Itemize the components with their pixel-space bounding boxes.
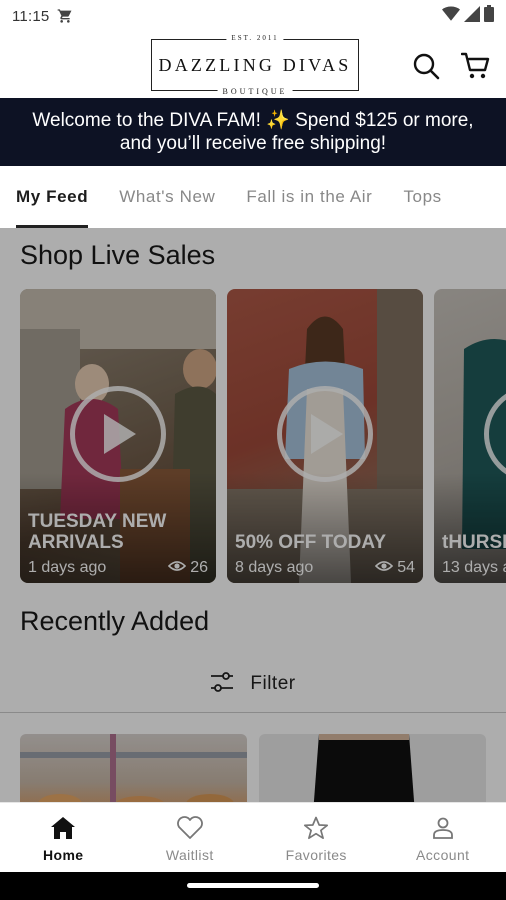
live-sale-title: 50% OFF TODAY (235, 532, 386, 553)
tab-fall-is-in-the-air[interactable]: Fall is in the Air (246, 166, 372, 228)
cart-icon[interactable] (458, 50, 494, 82)
eye-icon (168, 559, 187, 577)
nav-label: Waitlist (165, 847, 214, 863)
live-sale-title: TUESDAY NEW ARRIVALS (28, 511, 167, 553)
filter-button[interactable]: Filter (0, 664, 506, 704)
gesture-handle[interactable] (187, 883, 319, 888)
product-thumbnail[interactable] (259, 734, 486, 802)
nav-account[interactable]: Account (380, 803, 506, 872)
divider (0, 712, 506, 713)
live-sale-date: 13 days ago (442, 559, 506, 576)
promo-banner[interactable]: Welcome to the DIVA FAM! ✨ Spend $125 or… (0, 98, 506, 166)
view-count: 26 (168, 559, 208, 577)
status-bar: 11:15 (0, 0, 506, 32)
live-sale-date: 8 days ago (235, 559, 314, 576)
sliders-icon (210, 671, 234, 698)
view-count-value: 26 (190, 559, 208, 576)
person-icon (431, 816, 455, 845)
live-sales-row: TUESDAY NEW ARRIVALS 1 days ago 26 50% O… (20, 289, 506, 583)
app-header: EST. 2011 DAZZLING DIVAS BOUTIQUE (0, 32, 506, 98)
nav-label: Favorites (285, 847, 347, 863)
battery-icon (484, 5, 494, 27)
filter-label: Filter (250, 673, 296, 694)
play-icon[interactable] (70, 386, 166, 482)
home-icon (50, 816, 76, 845)
brand-logo[interactable]: EST. 2011 DAZZLING DIVAS BOUTIQUE (151, 34, 359, 96)
cart-icon (57, 8, 73, 24)
section-title-live-sales: Shop Live Sales (20, 240, 216, 270)
promo-text: Welcome to the DIVA FAM! ✨ Spend $125 or… (32, 110, 474, 154)
view-count-value: 54 (397, 559, 415, 576)
section-title-recently-added: Recently Added (20, 606, 210, 636)
live-sale-title: tHURSDAY (442, 532, 506, 553)
category-tabs: My Feed What's New Fall is in the Air To… (0, 166, 506, 228)
live-sale-card[interactable]: tHURSDAY 13 days ago (434, 289, 506, 583)
status-time: 11:15 (12, 7, 50, 25)
bottom-nav: Home Waitlist Favorites Account (0, 802, 506, 872)
nav-label: Account (416, 847, 470, 863)
nav-waitlist[interactable]: Waitlist (127, 803, 254, 872)
signal-icon (464, 5, 480, 27)
gesture-bar (0, 872, 506, 900)
eye-icon (375, 559, 394, 577)
tab-my-feed[interactable]: My Feed (16, 166, 89, 228)
nav-favorites[interactable]: Favorites (253, 803, 380, 872)
search-icon[interactable] (410, 50, 442, 82)
star-icon (303, 816, 329, 845)
tab-tops[interactable]: Tops (403, 166, 441, 228)
wifi-icon (442, 6, 460, 27)
play-icon[interactable] (277, 386, 373, 482)
view-count: 54 (375, 559, 415, 577)
heart-icon (176, 816, 204, 845)
logo-est: EST. 2011 (226, 34, 284, 42)
nav-label: Home (43, 847, 84, 863)
live-sale-date: 1 days ago (28, 559, 107, 576)
feed-content: Shop Live Sales TUESDAY NEW ARRIVALS 1 d… (0, 228, 506, 802)
tab-whats-new[interactable]: What's New (119, 166, 215, 228)
nav-home[interactable]: Home (0, 803, 127, 872)
logo-sub: BOUTIQUE (217, 87, 293, 96)
live-sale-card[interactable]: TUESDAY NEW ARRIVALS 1 days ago 26 (20, 289, 216, 583)
live-sale-card[interactable]: 50% OFF TODAY 8 days ago 54 (227, 289, 423, 583)
product-thumbnail[interactable] (20, 734, 247, 802)
logo-name: DAZZLING DIVAS (158, 54, 352, 75)
